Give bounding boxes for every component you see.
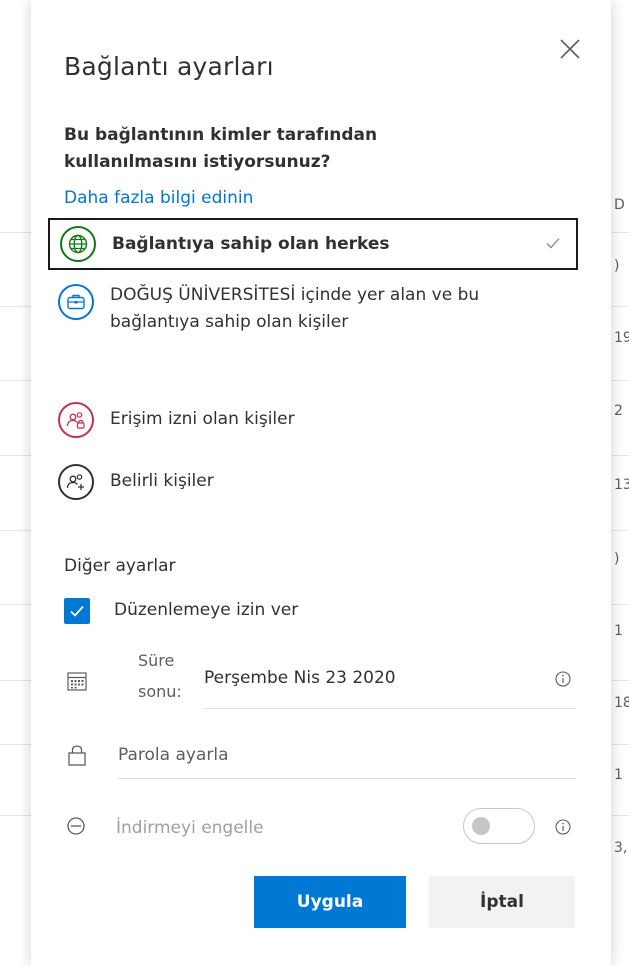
- allow-editing-row: Düzenlemeye izin ver: [64, 598, 574, 626]
- option-organization-members[interactable]: DOĞUŞ ÜNİVERSİTESİ içinde yer alan ve bu…: [48, 282, 578, 336]
- learn-more-link[interactable]: Daha fazla bilgi edinin: [64, 188, 253, 208]
- expiration-label-line1: Süre: [138, 651, 175, 670]
- block-icon: [67, 817, 85, 835]
- audience-question: Bu bağlantının kimler tarafından kullanı…: [64, 125, 378, 172]
- people-add-icon: [58, 464, 94, 500]
- expiration-date-value[interactable]: Perşembe Nis 23 2020: [204, 668, 396, 688]
- calendar-icon: [67, 672, 87, 691]
- background-cell: ): [614, 551, 620, 567]
- link-settings-panel: Bağlantı ayarları Bu bağlantının kimler …: [31, 0, 611, 966]
- option-people-with-access[interactable]: Erişim izni olan kişiler: [48, 402, 578, 438]
- apply-button[interactable]: Uygula: [254, 876, 406, 928]
- checkmark-icon: [546, 238, 560, 249]
- info-icon[interactable]: [554, 670, 572, 688]
- organization-icon: [58, 284, 94, 320]
- checkmark-icon: [70, 605, 84, 617]
- password-underline: [118, 778, 576, 779]
- background-cell: 1: [614, 767, 623, 783]
- expiration-underline: [204, 708, 576, 709]
- globe-icon: [60, 226, 96, 262]
- option-label: Bağlantıya sahip olan herkes: [112, 233, 390, 254]
- background-cell: D: [614, 197, 625, 213]
- close-button[interactable]: [556, 35, 584, 63]
- background-cell: 3,: [614, 840, 628, 856]
- background-cell: 13: [614, 477, 629, 493]
- option-label: DOĞUŞ ÜNİVERSİTESİ içinde yer alan ve bu…: [110, 285, 480, 332]
- other-settings-title: Diğer ayarlar: [64, 556, 176, 576]
- block-download-label: İndirmeyi engelle: [116, 818, 264, 838]
- expiration-row: Süre sonu: Perşembe Nis 23 2020: [64, 650, 576, 710]
- background-cell: 18: [614, 695, 629, 711]
- option-anyone-with-link[interactable]: Bağlantıya sahip olan herkes: [48, 218, 578, 270]
- people-lock-icon-glyph: [66, 412, 85, 429]
- globe-icon-glyph: [68, 234, 88, 254]
- password-input[interactable]: Parola ayarla: [118, 745, 229, 765]
- toggle-knob: [472, 817, 490, 835]
- option-label: Erişim izni olan kişiler: [110, 409, 295, 429]
- background-cell: 2: [614, 403, 623, 419]
- panel-title: Bağlantı ayarları: [64, 52, 274, 81]
- lock-icon: [68, 745, 86, 766]
- option-specific-people[interactable]: Belirli kişiler: [48, 464, 578, 500]
- background-cell: 1: [614, 623, 623, 639]
- allow-editing-label: Düzenlemeye izin ver: [114, 600, 299, 620]
- briefcase-icon: [67, 294, 85, 310]
- cancel-button[interactable]: İptal: [429, 876, 575, 928]
- block-download-toggle[interactable]: [463, 808, 535, 844]
- info-icon[interactable]: [554, 818, 572, 836]
- people-add-icon-glyph: [66, 474, 84, 490]
- expiration-label-line2: sonu:: [138, 682, 182, 701]
- background-cell: 19: [614, 330, 629, 346]
- option-label: Belirli kişiler: [110, 471, 214, 491]
- close-icon: [560, 39, 580, 59]
- allow-editing-checkbox[interactable]: [64, 598, 90, 624]
- background-cell: ): [614, 258, 620, 274]
- password-row: Parola ayarla: [64, 735, 576, 779]
- people-lock-icon: [58, 402, 94, 438]
